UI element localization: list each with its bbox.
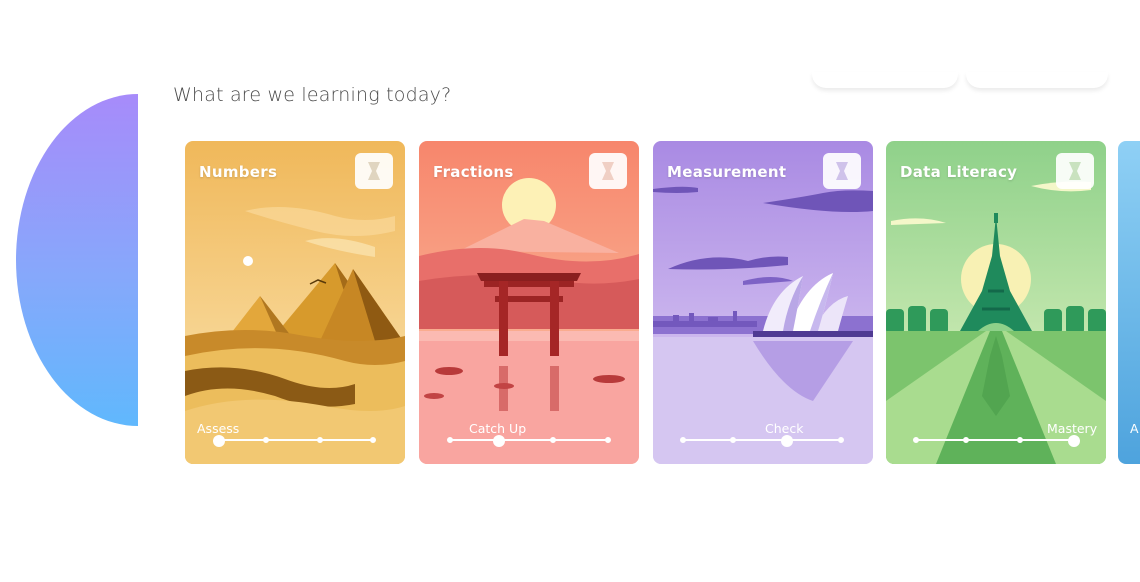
progress-track [916,439,1074,441]
topic-card-fractions[interactable]: Fractions Catch Up [419,141,639,464]
progress-step-3 [317,437,323,443]
level-label: Assess [197,421,240,436]
progress-step-3 [550,437,556,443]
card-title: Measurement [667,163,787,181]
progress-track [450,439,608,441]
progress-step-4 [838,437,844,443]
top-button-2[interactable] [966,72,1108,88]
progress-step-4 [1068,435,1080,447]
progress-step-1 [680,437,686,443]
topic-card-next-partial[interactable]: A [1118,141,1140,464]
progress-step-2 [493,435,505,447]
desert-pyramids-illustration [185,141,405,464]
decorative-half-circle [16,94,138,426]
progress-step-2 [963,437,969,443]
hourglass-icon[interactable] [1056,153,1094,189]
card-title: Data Literacy [900,163,1018,181]
progress-step-3 [781,435,793,447]
topic-card-data-literacy[interactable]: Data Literacy Mastery [886,141,1106,464]
progress-step-1 [213,435,225,447]
progress-track [683,439,841,441]
progress-step-2 [730,437,736,443]
progress-step-1 [913,437,919,443]
hourglass-icon[interactable] [589,153,627,189]
progress-step-2 [263,437,269,443]
card-title: Fractions [433,163,514,181]
torii-gate-illustration [419,141,639,464]
level-label: Catch Up [469,421,527,436]
topic-card-numbers[interactable]: Numbers Assess [185,141,405,464]
level-label: Mastery [1047,421,1098,436]
topic-card-measurement[interactable]: Measurement Check [653,141,873,464]
opera-house-illustration [653,141,873,464]
level-label: A [1130,421,1139,436]
hourglass-icon[interactable] [355,153,393,189]
progress-track [219,439,373,441]
hourglass-icon[interactable] [823,153,861,189]
page-heading: What are we learning today? [173,84,452,106]
level-label: Check [765,421,804,436]
card-title: Numbers [199,163,278,181]
top-button-1[interactable] [812,72,958,88]
progress-step-4 [605,437,611,443]
progress-step-3 [1017,437,1023,443]
progress-step-1 [447,437,453,443]
eiffel-tower-illustration [886,141,1106,464]
progress-step-4 [370,437,376,443]
